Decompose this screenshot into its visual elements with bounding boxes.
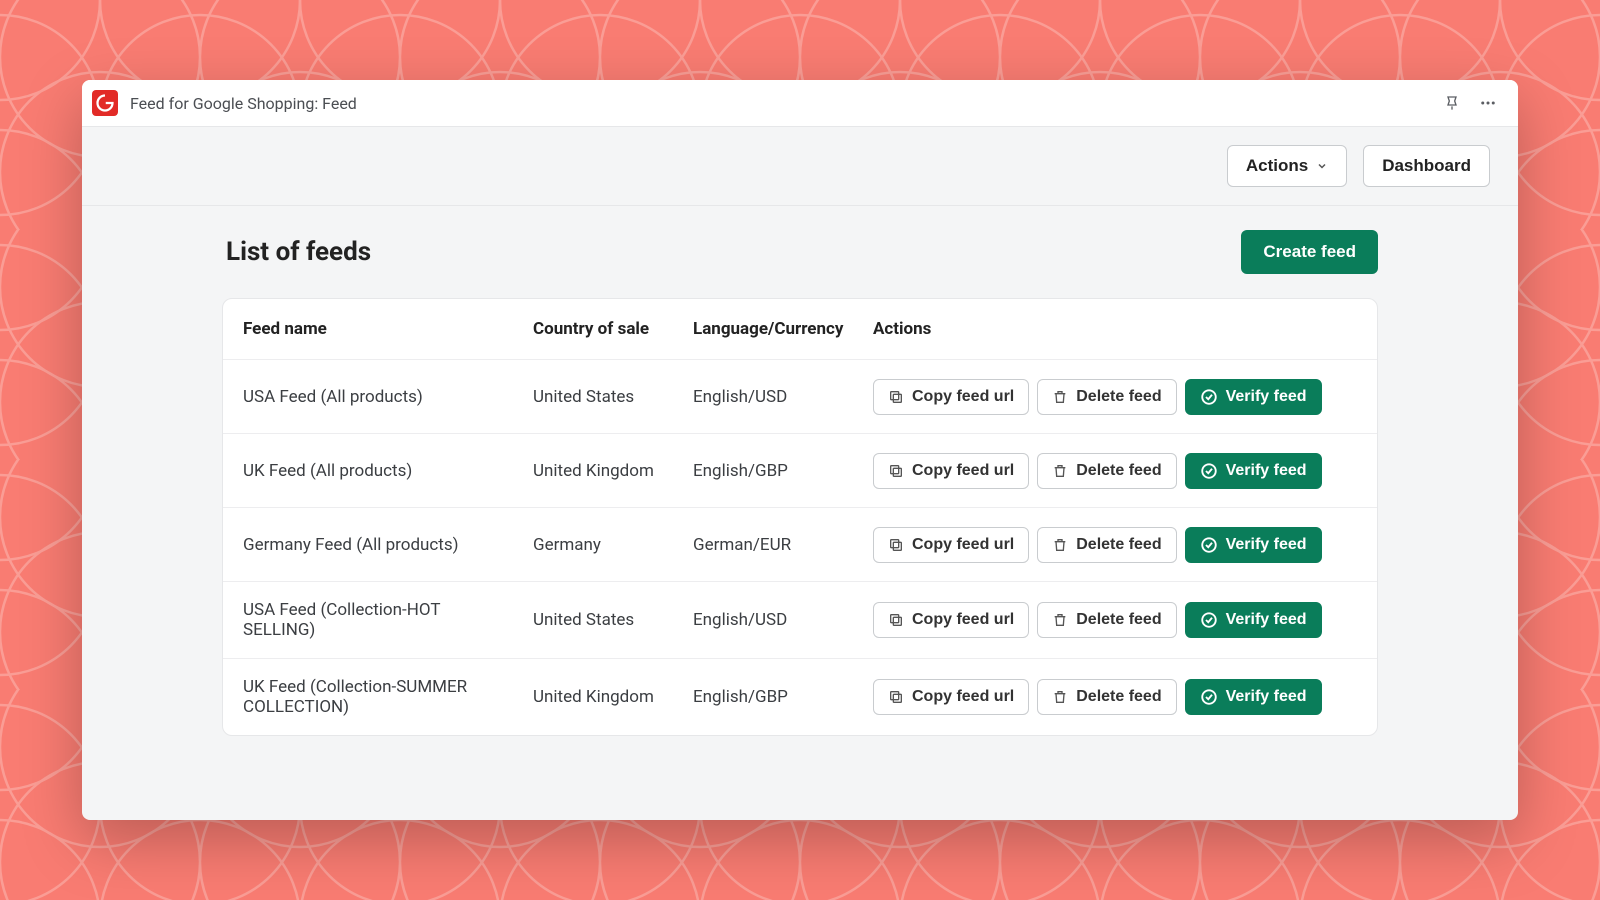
app-logo-icon xyxy=(92,90,118,116)
delete-feed-button[interactable]: Delete feed xyxy=(1037,679,1176,715)
cell-feed-name: USA Feed (All products) xyxy=(243,387,533,407)
actions-dropdown[interactable]: Actions xyxy=(1227,145,1347,187)
page-title: List of feeds xyxy=(226,237,371,267)
more-icon[interactable] xyxy=(1476,91,1500,115)
page-header: List of feeds Create feed xyxy=(222,230,1378,274)
table-row: UK Feed (All products)United KingdomEngl… xyxy=(223,434,1377,508)
verify-label: Verify feed xyxy=(1226,388,1307,406)
trash-icon xyxy=(1052,612,1068,628)
delete-feed-button[interactable]: Delete feed xyxy=(1037,379,1176,415)
delete-label: Delete feed xyxy=(1076,388,1161,406)
cell-feed-name: UK Feed (Collection-SUMMER COLLECTION) xyxy=(243,677,533,717)
copy-icon xyxy=(888,612,904,628)
copy-feed-url-button[interactable]: Copy feed url xyxy=(873,527,1029,563)
col-header-country: Country of sale xyxy=(533,319,693,339)
cell-feed-name: Germany Feed (All products) xyxy=(243,535,533,555)
copy-icon xyxy=(888,389,904,405)
toolbar: Actions Dashboard xyxy=(82,127,1518,206)
feeds-table: Feed name Country of sale Language/Curre… xyxy=(222,298,1378,736)
check-circle-icon xyxy=(1200,462,1218,480)
trash-icon xyxy=(1052,463,1068,479)
check-circle-icon xyxy=(1200,688,1218,706)
trash-icon xyxy=(1052,537,1068,553)
delete-label: Delete feed xyxy=(1076,462,1161,480)
copy-label: Copy feed url xyxy=(912,536,1014,554)
verify-feed-button[interactable]: Verify feed xyxy=(1185,453,1322,489)
verify-feed-button[interactable]: Verify feed xyxy=(1185,527,1322,563)
check-circle-icon xyxy=(1200,536,1218,554)
table-row: UK Feed (Collection-SUMMER COLLECTION)Un… xyxy=(223,659,1377,735)
copy-icon xyxy=(888,537,904,553)
verify-label: Verify feed xyxy=(1226,536,1307,554)
cell-lang: English/USD xyxy=(693,387,873,407)
actions-label: Actions xyxy=(1246,156,1308,176)
verify-feed-button[interactable]: Verify feed xyxy=(1185,602,1322,638)
app-window: Feed for Google Shopping: Feed Actions D… xyxy=(82,80,1518,820)
cell-lang: English/GBP xyxy=(693,687,873,707)
table-row: USA Feed (Collection-HOT SELLING)United … xyxy=(223,582,1377,659)
verify-feed-button[interactable]: Verify feed xyxy=(1185,379,1322,415)
copy-label: Copy feed url xyxy=(912,688,1014,706)
cell-country: United Kingdom xyxy=(533,461,693,481)
delete-label: Delete feed xyxy=(1076,688,1161,706)
cell-feed-name: UK Feed (All products) xyxy=(243,461,533,481)
dashboard-label: Dashboard xyxy=(1382,156,1471,176)
copy-feed-url-button[interactable]: Copy feed url xyxy=(873,379,1029,415)
delete-label: Delete feed xyxy=(1076,611,1161,629)
cell-country: Germany xyxy=(533,535,693,555)
trash-icon xyxy=(1052,389,1068,405)
copy-icon xyxy=(888,689,904,705)
content-area: List of feeds Create feed Feed name Coun… xyxy=(82,206,1518,776)
verify-label: Verify feed xyxy=(1226,611,1307,629)
copy-label: Copy feed url xyxy=(912,388,1014,406)
col-header-lang: Language/Currency xyxy=(693,319,873,339)
verify-label: Verify feed xyxy=(1226,688,1307,706)
cell-country: United Kingdom xyxy=(533,687,693,707)
check-circle-icon xyxy=(1200,611,1218,629)
cell-lang: German/EUR xyxy=(693,535,873,555)
cell-lang: English/USD xyxy=(693,610,873,630)
table-row: USA Feed (All products)United StatesEngl… xyxy=(223,360,1377,434)
titlebar: Feed for Google Shopping: Feed xyxy=(82,80,1518,127)
copy-label: Copy feed url xyxy=(912,611,1014,629)
pin-icon[interactable] xyxy=(1440,91,1464,115)
verify-feed-button[interactable]: Verify feed xyxy=(1185,679,1322,715)
table-header: Feed name Country of sale Language/Curre… xyxy=(223,299,1377,360)
verify-label: Verify feed xyxy=(1226,462,1307,480)
cell-country: United States xyxy=(533,610,693,630)
cell-lang: English/GBP xyxy=(693,461,873,481)
copy-icon xyxy=(888,463,904,479)
cell-country: United States xyxy=(533,387,693,407)
check-circle-icon xyxy=(1200,388,1218,406)
delete-label: Delete feed xyxy=(1076,536,1161,554)
chevron-down-icon xyxy=(1316,160,1328,172)
create-feed-button[interactable]: Create feed xyxy=(1241,230,1378,274)
col-header-actions: Actions xyxy=(873,319,1357,339)
delete-feed-button[interactable]: Delete feed xyxy=(1037,527,1176,563)
cell-feed-name: USA Feed (Collection-HOT SELLING) xyxy=(243,600,533,640)
table-row: Germany Feed (All products)GermanyGerman… xyxy=(223,508,1377,582)
delete-feed-button[interactable]: Delete feed xyxy=(1037,453,1176,489)
copy-label: Copy feed url xyxy=(912,462,1014,480)
col-header-name: Feed name xyxy=(243,319,533,339)
trash-icon xyxy=(1052,689,1068,705)
dashboard-button[interactable]: Dashboard xyxy=(1363,145,1490,187)
app-title: Feed for Google Shopping: Feed xyxy=(130,94,357,113)
copy-feed-url-button[interactable]: Copy feed url xyxy=(873,453,1029,489)
delete-feed-button[interactable]: Delete feed xyxy=(1037,602,1176,638)
copy-feed-url-button[interactable]: Copy feed url xyxy=(873,679,1029,715)
copy-feed-url-button[interactable]: Copy feed url xyxy=(873,602,1029,638)
